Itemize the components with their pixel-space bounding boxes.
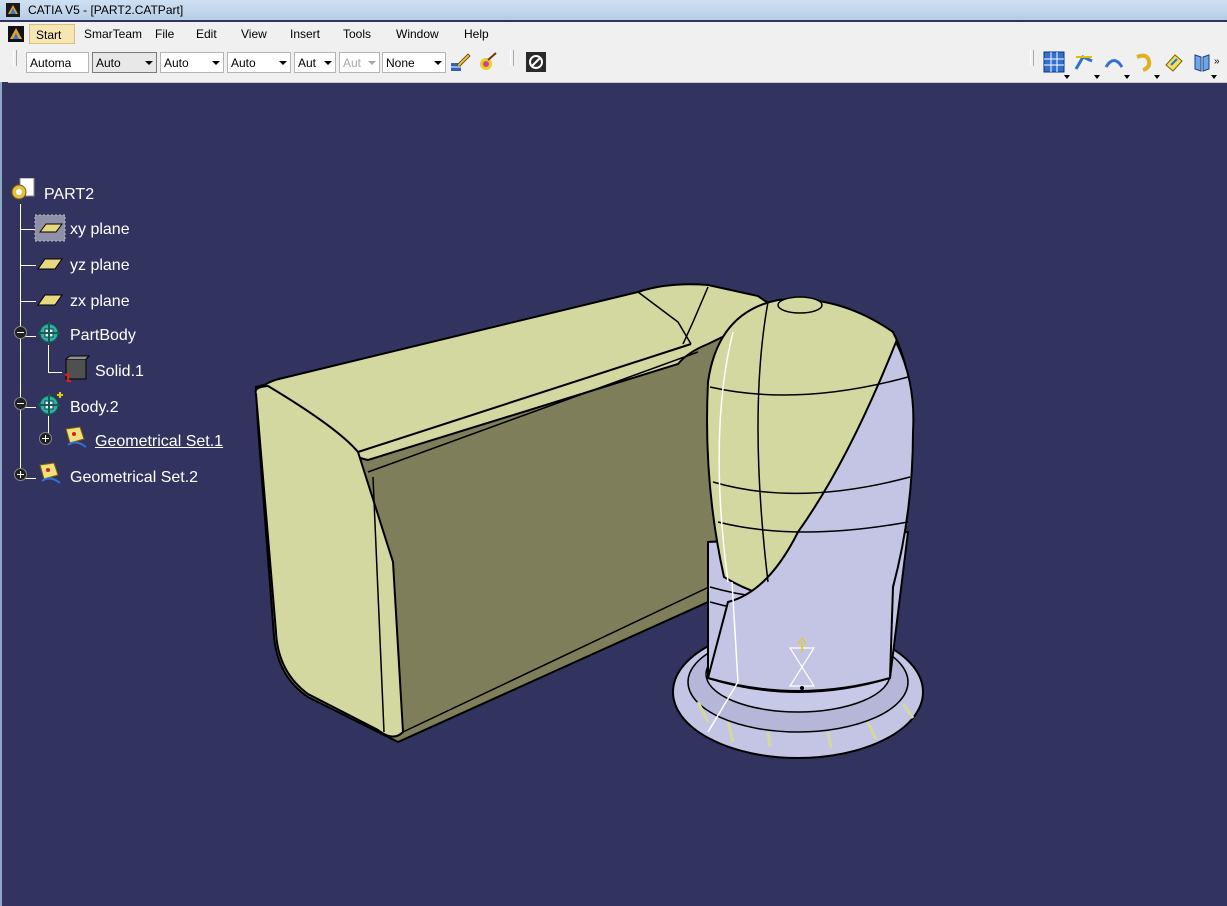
menu-smarteam[interactable]: SmarTeam	[84, 27, 142, 41]
color-combo[interactable]: Automa	[26, 52, 89, 73]
expand-icon[interactable]	[39, 432, 52, 445]
tree-label: zx plane	[70, 293, 130, 310]
apply-material-icon	[480, 52, 497, 70]
surface-button[interactable]	[1163, 51, 1185, 73]
view-grid-icon	[1043, 51, 1065, 73]
chevron-down-icon	[212, 61, 220, 65]
chevron-down-icon	[145, 61, 153, 65]
curve-icon	[1136, 53, 1152, 72]
menu-insert[interactable]: Insert	[290, 27, 320, 41]
menu-window[interactable]: Window	[396, 27, 439, 41]
graphic-properties-toolbar: Automa Auto Auto Auto Aut Aut None »	[0, 46, 1227, 83]
transparency-combo[interactable]: Auto	[92, 52, 157, 73]
geometrical-set-icon	[39, 462, 61, 484]
toolbar-grip[interactable]	[13, 50, 17, 66]
menu-edit[interactable]: Edit	[196, 27, 217, 41]
arc-button[interactable]	[1103, 51, 1130, 79]
chevron-down-icon	[368, 61, 376, 65]
sketch-tools-button[interactable]	[1073, 51, 1100, 79]
rendering-style-combo-value: Aut	[343, 56, 362, 70]
plane-icon	[37, 294, 63, 306]
tree-connector	[20, 204, 21, 474]
title-bar: CATIA V5 - [PART2.CATPart]	[0, 0, 1227, 20]
tree-label-part2: PART2	[44, 186, 95, 203]
tree-label: PartBody	[70, 327, 136, 344]
chevron-down-icon	[1154, 75, 1160, 79]
chevron-down-icon	[434, 61, 442, 65]
part-icon	[11, 178, 35, 200]
no-show-icon	[526, 52, 546, 72]
chevron-down-icon	[279, 61, 287, 65]
plane-icon	[34, 214, 66, 242]
arc-icon	[1104, 59, 1124, 68]
collapse-icon[interactable]	[14, 326, 27, 339]
tree-label: xy plane	[70, 221, 130, 238]
tree-label: Geometrical Set.2	[70, 469, 199, 486]
window-left-edge	[0, 82, 8, 906]
part-3d-model[interactable]	[8, 82, 1227, 906]
menu-view[interactable]: View	[241, 27, 267, 41]
solid-icon	[64, 355, 90, 383]
3d-viewport[interactable]: PART2 xy plane yz plane zx plane PartBod…	[8, 82, 1227, 906]
toolbar-grip[interactable]	[1030, 50, 1034, 66]
tree-connector	[20, 265, 36, 266]
rendering-style-combo: Aut	[339, 52, 380, 73]
layer-combo-value: None	[386, 56, 415, 70]
expand-icon[interactable]	[14, 468, 27, 481]
tree-label: Solid.1	[95, 363, 144, 380]
menu-file[interactable]: File	[155, 27, 174, 41]
chevron-down-icon	[1064, 75, 1070, 79]
menu-start-label: Start	[36, 28, 62, 42]
chevron-down-icon	[324, 61, 332, 65]
split-button[interactable]	[1190, 51, 1217, 79]
line-thickness-combo-value: Auto	[164, 56, 189, 70]
curve-button[interactable]	[1133, 51, 1160, 79]
body-icon	[38, 322, 60, 344]
line-type-combo[interactable]: Auto	[227, 52, 291, 73]
chevron-down-icon	[1211, 75, 1217, 79]
sketch-tools-icon	[1074, 55, 1093, 70]
tree-label: Geometrical Set.1	[95, 433, 224, 450]
line-type-combo-value: Auto	[231, 56, 256, 70]
painter-brush-icon	[451, 53, 471, 71]
point-type-combo[interactable]: Aut	[294, 52, 336, 73]
point-type-combo-value: Aut	[298, 56, 317, 70]
tree-connector	[20, 301, 36, 302]
plane-icon	[37, 258, 63, 270]
split-icon	[1194, 54, 1210, 72]
window-title: CATIA V5 - [PART2.CATPart]	[28, 3, 184, 17]
chevron-down-icon	[1124, 75, 1130, 79]
menu-start[interactable]: Start	[29, 24, 75, 44]
layer-combo[interactable]: None	[382, 52, 446, 73]
menu-tools[interactable]: Tools	[343, 27, 371, 41]
tree-connector	[48, 345, 49, 372]
catia-app-icon	[6, 3, 20, 17]
catia-logo-icon[interactable]	[8, 26, 24, 42]
geometrical-set-icon	[65, 426, 87, 448]
transparency-combo-value: Auto	[96, 56, 121, 70]
surface-icon	[1165, 54, 1183, 72]
color-combo-value: Automa	[30, 56, 72, 70]
painter-brush-button[interactable]	[449, 51, 471, 73]
menu-help[interactable]: Help	[464, 27, 489, 41]
tree-label: Body.2	[70, 399, 119, 416]
menu-bar: Start SmarTeam File Edit View Insert Too…	[0, 22, 1227, 46]
line-thickness-combo[interactable]: Auto	[160, 52, 224, 73]
chevron-down-icon	[1094, 75, 1100, 79]
toolbar-overflow-icon[interactable]: »	[1214, 56, 1220, 67]
tree-connector	[48, 372, 62, 373]
body-icon	[38, 392, 63, 416]
collapse-icon[interactable]	[14, 397, 27, 410]
apply-material-button[interactable]	[476, 51, 498, 73]
tree-label: yz plane	[70, 257, 130, 274]
view-grid-button[interactable]	[1043, 51, 1070, 79]
toolbar-grip[interactable]	[510, 50, 514, 66]
hide-show-button[interactable]	[525, 51, 547, 73]
